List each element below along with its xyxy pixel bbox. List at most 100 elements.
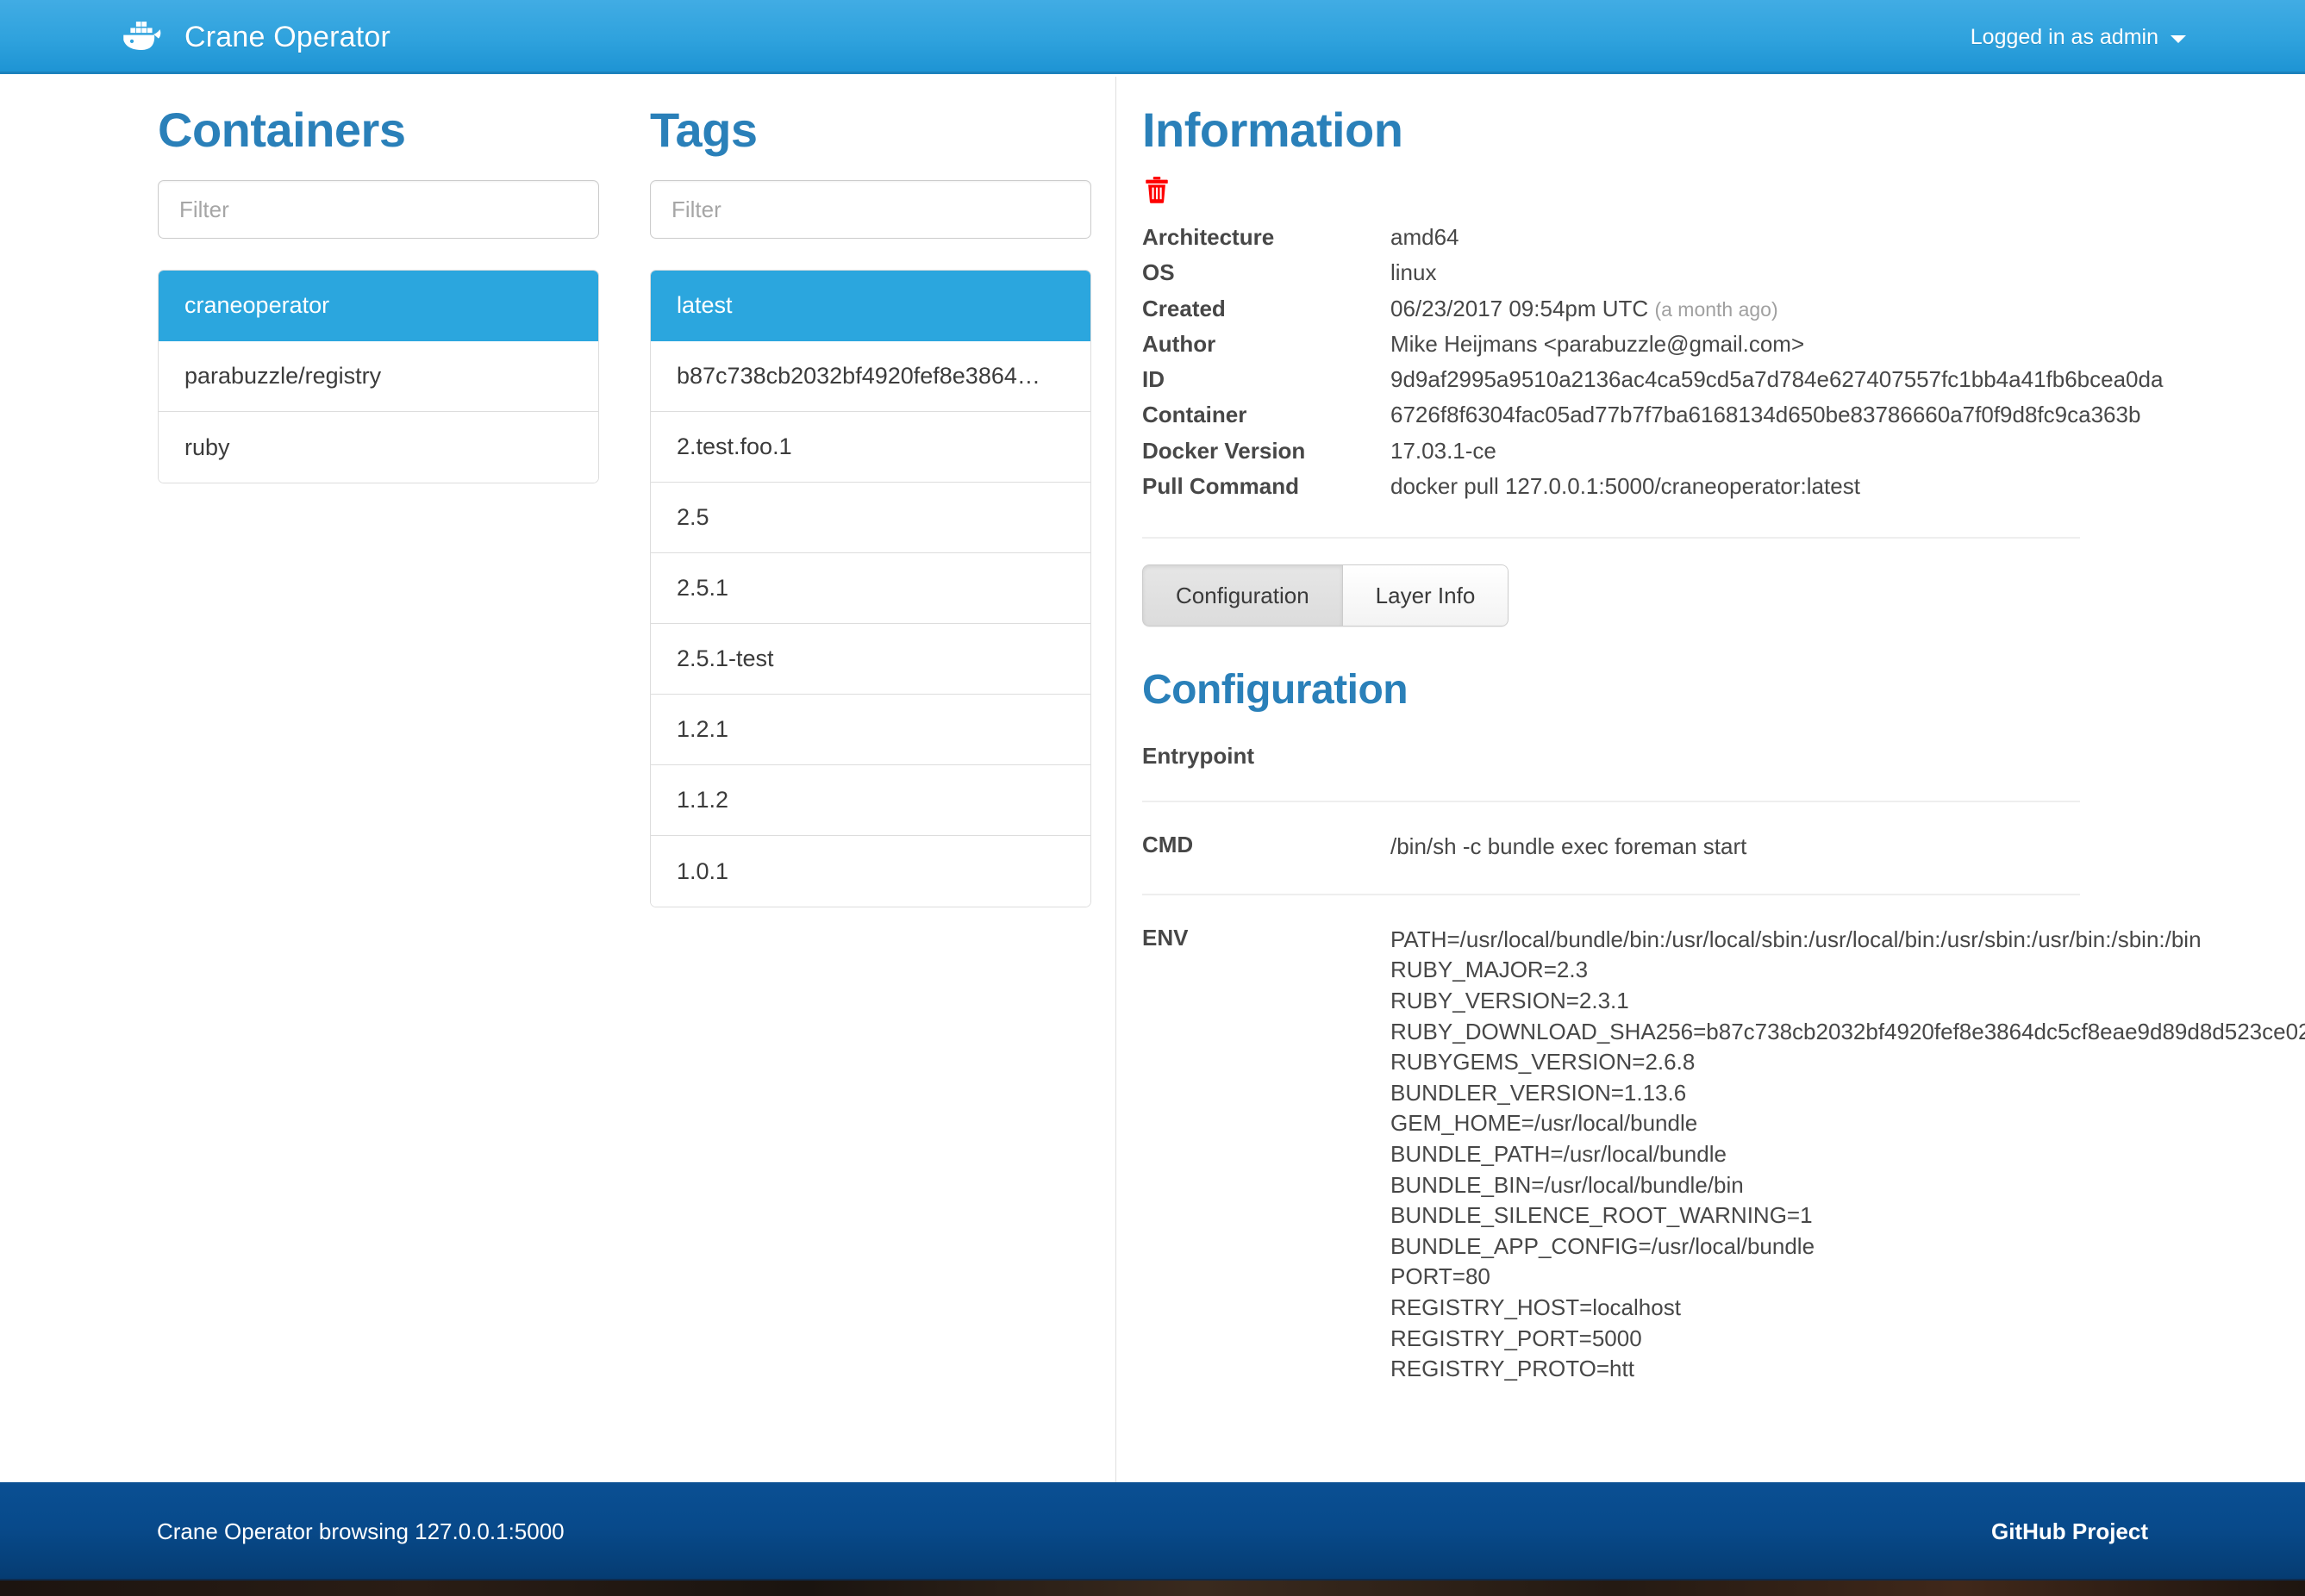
info-key: Container xyxy=(1142,401,1390,436)
env-line: RUBY_DOWNLOAD_SHA256=b87c738cb2032bf4920… xyxy=(1390,1017,2305,1048)
tab-label: Configuration xyxy=(1176,583,1309,609)
table-row: ID 9d9af2995a9510a2136ac4ca59cd5a7d784e6… xyxy=(1142,365,2163,401)
info-key: Pull Command xyxy=(1142,472,1390,508)
footer-status-text: Crane Operator browsing 127.0.0.1:5000 xyxy=(157,1483,565,1580)
tag-name: 2.test.foo.1 xyxy=(677,433,792,460)
container-name: ruby xyxy=(184,434,230,461)
trash-icon[interactable] xyxy=(1142,175,1171,204)
containers-list: craneoperator parabuzzle/registry ruby xyxy=(158,270,599,483)
container-name: parabuzzle/registry xyxy=(184,363,381,390)
container-name: craneoperator xyxy=(184,292,329,319)
information-table: Architecture amd64 OS linux Created 06/2… xyxy=(1142,223,2163,508)
info-value-text: 17.03.1-ce xyxy=(1390,438,1496,464)
info-value: 9d9af2995a9510a2136ac4ca59cd5a7d784e6274… xyxy=(1390,365,2163,401)
config-row-cmd: CMD /bin/sh -c bundle exec foreman start xyxy=(1142,832,2305,863)
info-value-text: docker pull 127.0.0.1:5000/craneoperator… xyxy=(1390,473,1860,499)
info-value-text: 9d9af2995a9510a2136ac4ca59cd5a7d784e6274… xyxy=(1390,366,2163,392)
page-content: Containers craneoperator parabuzzle/regi… xyxy=(0,77,2305,1499)
list-item[interactable]: 1.0.1 xyxy=(651,836,1090,907)
env-line: BUNDLE_PATH=/usr/local/bundle xyxy=(1390,1139,2305,1170)
list-item[interactable]: 2.5 xyxy=(651,483,1090,553)
user-menu-label: Logged in as admin xyxy=(1971,25,2158,50)
config-row-env: ENV PATH=/usr/local/bundle/bin:/usr/loca… xyxy=(1142,925,2305,1385)
caret-down-icon xyxy=(2171,35,2186,43)
github-project-link[interactable]: GitHub Project xyxy=(1991,1483,2148,1580)
info-divider xyxy=(1142,537,2080,539)
env-line: REGISTRY_PROTO=htt xyxy=(1390,1354,2305,1385)
env-line: PATH=/usr/local/bundle/bin:/usr/local/sb… xyxy=(1390,925,2305,956)
tag-name: b87c738cb2032bf4920fef8e3864… xyxy=(677,363,1040,390)
info-value: Mike Heijmans <parabuzzle@gmail.com> xyxy=(1390,330,2163,365)
tags-filter-input[interactable] xyxy=(650,180,1091,239)
table-row: Author Mike Heijmans <parabuzzle@gmail.c… xyxy=(1142,330,2163,365)
info-value: amd64 xyxy=(1390,223,2163,259)
config-key: Entrypoint xyxy=(1142,743,1390,770)
list-item[interactable]: b87c738cb2032bf4920fef8e3864… xyxy=(651,341,1090,412)
tag-name: 1.2.1 xyxy=(677,716,728,743)
table-row: Docker Version 17.03.1-ce xyxy=(1142,437,2163,472)
info-value: 17.03.1-ce xyxy=(1390,437,2163,472)
containers-heading: Containers xyxy=(158,106,599,154)
column-divider xyxy=(1115,77,1116,1499)
env-line: BUNDLE_SILENCE_ROOT_WARNING=1 xyxy=(1390,1200,2305,1231)
tag-name: 1.1.2 xyxy=(677,787,728,814)
list-item[interactable]: 2.5.1 xyxy=(651,553,1090,624)
table-row: Created 06/23/2017 09:54pm UTC (a month … xyxy=(1142,295,2163,330)
tags-list: latest b87c738cb2032bf4920fef8e3864… 2.t… xyxy=(650,270,1091,907)
info-value-text: Mike Heijmans <parabuzzle@gmail.com> xyxy=(1390,331,1804,357)
list-item[interactable]: latest xyxy=(651,271,1090,341)
list-item[interactable]: 2.test.foo.1 xyxy=(651,412,1090,483)
desktop-background-strip xyxy=(0,1579,2305,1596)
env-line: RUBY_MAJOR=2.3 xyxy=(1390,955,2305,986)
info-key: OS xyxy=(1142,259,1390,294)
tag-name: 2.5 xyxy=(677,504,709,531)
info-value-text: 6726f8f6304fac05ad77b7f7ba6168134d650be8… xyxy=(1390,402,2140,427)
info-key: Architecture xyxy=(1142,223,1390,259)
info-value: docker pull 127.0.0.1:5000/craneoperator… xyxy=(1390,472,2163,508)
list-item[interactable]: parabuzzle/registry xyxy=(159,341,598,412)
user-menu-button[interactable]: Logged in as admin xyxy=(1971,0,2186,74)
info-value-text: 06/23/2017 09:54pm UTC xyxy=(1390,296,1648,321)
list-item[interactable]: 1.2.1 xyxy=(651,695,1090,765)
tab-configuration[interactable]: Configuration xyxy=(1142,564,1342,627)
information-column: Information Architecture amd64 xyxy=(1142,106,2305,1385)
brand-link[interactable]: Crane Operator xyxy=(121,0,390,74)
tag-name: 2.5.1-test xyxy=(677,645,774,672)
page-footer: Crane Operator browsing 127.0.0.1:5000 G… xyxy=(0,1482,2305,1579)
config-value: /bin/sh -c bundle exec foreman start xyxy=(1390,832,1746,863)
brand-title: Crane Operator xyxy=(184,21,390,54)
list-item[interactable]: 1.1.2 xyxy=(651,765,1090,836)
tab-layer-info[interactable]: Layer Info xyxy=(1342,564,1509,627)
tag-name: 2.5.1 xyxy=(677,575,728,602)
docker-whale-icon xyxy=(121,20,166,54)
info-value: 06/23/2017 09:54pm UTC (a month ago) xyxy=(1390,295,2163,330)
info-key: Created xyxy=(1142,295,1390,330)
tab-label: Layer Info xyxy=(1376,583,1476,609)
env-line: REGISTRY_PORT=5000 xyxy=(1390,1324,2305,1355)
list-item[interactable]: ruby xyxy=(159,412,598,483)
config-divider-2 xyxy=(1142,894,2080,895)
tag-name: latest xyxy=(677,292,733,319)
env-line: BUNDLE_BIN=/usr/local/bundle/bin xyxy=(1390,1170,2305,1201)
table-row: Pull Command docker pull 127.0.0.1:5000/… xyxy=(1142,472,2163,508)
detail-tabs: Configuration Layer Info xyxy=(1142,564,1509,627)
list-item[interactable]: 2.5.1-test xyxy=(651,624,1090,695)
config-row-entrypoint: Entrypoint xyxy=(1142,743,2305,770)
config-divider-1 xyxy=(1142,801,2080,802)
list-item[interactable]: craneoperator xyxy=(159,271,598,341)
table-row: Container 6726f8f6304fac05ad77b7f7ba6168… xyxy=(1142,401,2163,436)
table-row: Architecture amd64 xyxy=(1142,223,2163,259)
containers-filter-input[interactable] xyxy=(158,180,599,239)
env-line: RUBY_VERSION=2.3.1 xyxy=(1390,986,2305,1017)
env-line: BUNDLER_VERSION=1.13.6 xyxy=(1390,1078,2305,1109)
table-row: OS linux xyxy=(1142,259,2163,294)
env-line: REGISTRY_HOST=localhost xyxy=(1390,1293,2305,1324)
info-value: 6726f8f6304fac05ad77b7f7ba6168134d650be8… xyxy=(1390,401,2163,436)
tags-heading: Tags xyxy=(650,106,1091,154)
env-line: BUNDLE_APP_CONFIG=/usr/local/bundle xyxy=(1390,1231,2305,1262)
info-key: Author xyxy=(1142,330,1390,365)
info-value-text: amd64 xyxy=(1390,224,1459,250)
containers-column: Containers craneoperator parabuzzle/regi… xyxy=(158,106,599,483)
tags-column: Tags latest b87c738cb2032bf4920fef8e3864… xyxy=(650,106,1091,907)
info-key: ID xyxy=(1142,365,1390,401)
